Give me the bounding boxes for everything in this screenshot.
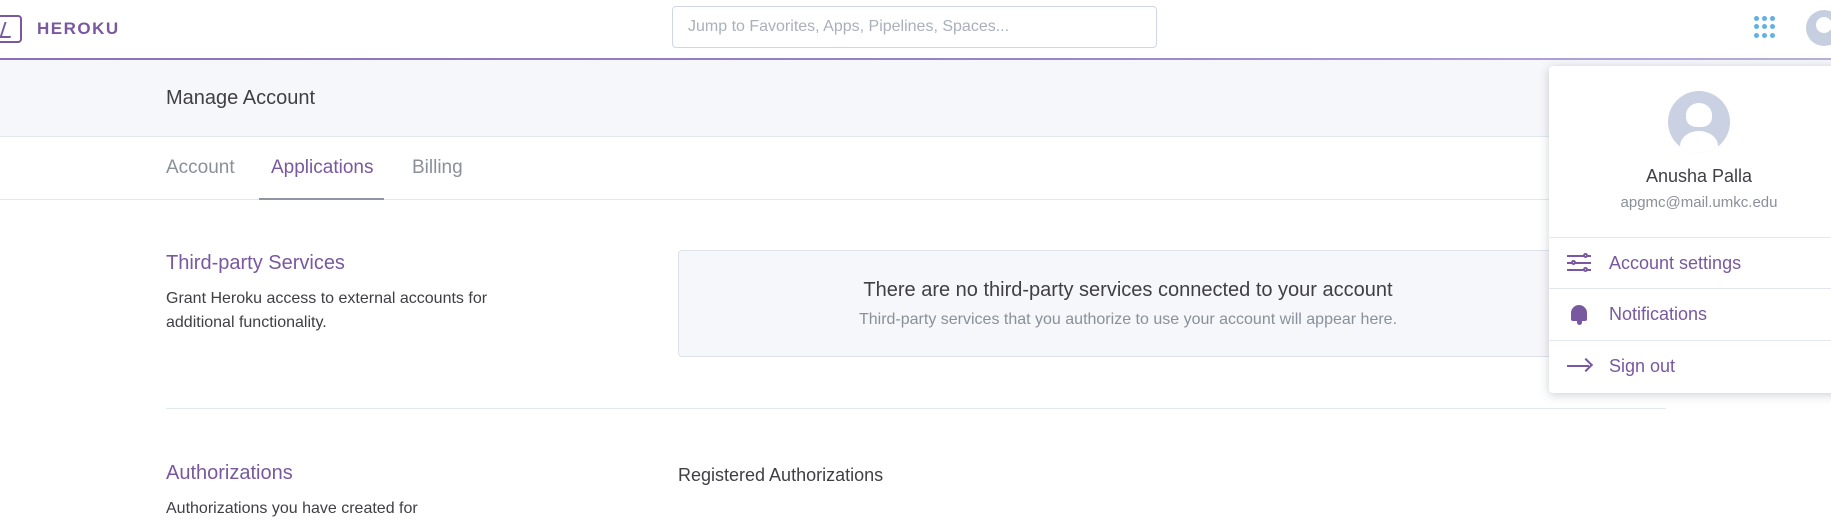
third-party-services-title: Third-party Services: [166, 252, 345, 274]
empty-state-subtitle: Third-party services that you authorize …: [858, 311, 1398, 328]
user-email: apgmc@mail.umkc.edu: [1620, 194, 1778, 211]
tab-applications[interactable]: Applications: [271, 157, 373, 179]
heroku-logo-icon: [0, 15, 22, 43]
notifications-menu-item[interactable]: Notifications: [1549, 289, 1831, 339]
apps-grid-icon[interactable]: [1754, 16, 1776, 38]
bell-icon: [1567, 303, 1593, 325]
brand-name: HEROKU: [37, 19, 120, 38]
empty-state-title: There are no third-party services connec…: [863, 279, 1393, 301]
user-dropdown-menu: Anusha Palla apgmc@mail.umkc.edu Account…: [1549, 66, 1831, 393]
third-party-services-description: Grant Heroku access to external accounts…: [166, 290, 488, 331]
top-navbar: HEROKU: [0, 0, 1831, 58]
search-input[interactable]: [672, 6, 1157, 48]
user-avatar-button[interactable]: [1806, 10, 1831, 46]
tab-billing[interactable]: Billing: [412, 157, 463, 179]
menu-item-label: Account settings: [1609, 252, 1742, 273]
heroku-home-link[interactable]: HEROKU: [0, 14, 120, 44]
arrow-right-icon: [1567, 355, 1593, 377]
registered-authorizations-label: Registered Authorizations: [678, 465, 884, 485]
account-settings-menu-item[interactable]: Account settings: [1549, 238, 1831, 288]
page-title: Manage Account: [166, 87, 315, 109]
menu-item-label: Notifications: [1609, 303, 1708, 324]
third-party-empty-state: There are no third-party services connec…: [678, 250, 1578, 357]
sign-out-menu-item[interactable]: Sign out: [1549, 341, 1831, 391]
menu-item-label: Sign out: [1609, 355, 1676, 376]
authorizations-title: Authorizations: [166, 462, 293, 484]
active-tab-indicator: [259, 198, 384, 200]
section-divider: [166, 408, 1666, 409]
avatar: [1668, 91, 1730, 153]
user-name: Anusha Palla: [1645, 166, 1753, 186]
authorizations-description: Authorizations you have created for: [166, 500, 418, 517]
tab-account[interactable]: Account: [166, 157, 235, 179]
sliders-icon: [1567, 252, 1593, 274]
